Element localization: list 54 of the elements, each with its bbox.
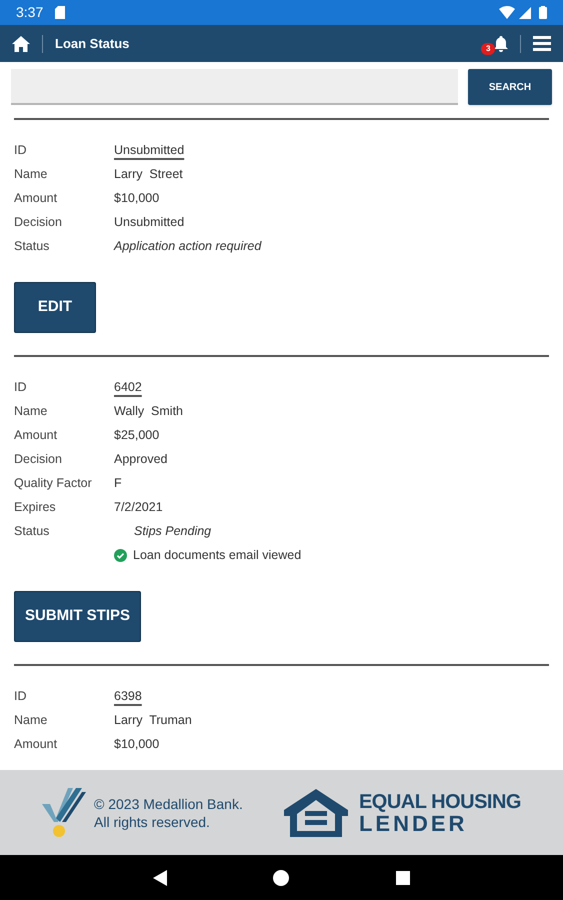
field-label: Amount [14, 190, 58, 207]
battery-icon [539, 6, 547, 19]
field-label: Quality Factor [14, 474, 93, 492]
sd-card-icon [55, 6, 66, 19]
search-button[interactable]: SEARCH [468, 69, 552, 105]
copyright-text: © 2023 Medallion Bank. [94, 794, 243, 812]
status-note: Loan documents email viewed [133, 546, 302, 564]
field-value: Larry Street [114, 166, 183, 183]
field-label: Name [14, 166, 48, 183]
field-label: Name [14, 402, 48, 420]
clock: 3:37 [16, 3, 44, 22]
field-value: F [114, 474, 122, 492]
field-value: 7/2/2021 [114, 498, 163, 516]
field-label: Decision [14, 214, 63, 231]
wifi-icon [499, 6, 515, 19]
field-label: Amount [14, 426, 58, 444]
field-value: Approved [114, 450, 168, 468]
field-value: $10,000 [114, 190, 160, 207]
home-icon[interactable] [12, 36, 30, 52]
field-label: Amount [14, 736, 58, 753]
medal-logo-icon [42, 788, 86, 838]
page-title: Loan Status [55, 34, 130, 53]
loan-id-link[interactable]: 6398 [114, 686, 142, 706]
rights-text: All rights reserved. [94, 812, 211, 830]
field-value: Unsubmitted [114, 214, 184, 231]
field-label: Name [14, 712, 48, 729]
field-value: Wally Smith [114, 402, 183, 420]
home-circle-icon[interactable] [273, 870, 290, 886]
field-label: ID [14, 142, 28, 159]
field-value: Larry Truman [114, 712, 192, 729]
loan-id-link[interactable]: 6402 [114, 378, 142, 396]
back-icon[interactable] [153, 870, 168, 886]
signal-icon [519, 6, 531, 18]
lender-subtitle: LENDER [358, 812, 468, 834]
field-label: ID [14, 688, 28, 705]
recents-icon[interactable] [396, 870, 410, 884]
bell-icon[interactable] [494, 36, 508, 52]
field-label: Status [14, 238, 50, 255]
field-label: Status [14, 522, 50, 540]
search-field[interactable] [11, 69, 458, 105]
field-label: Expires [14, 498, 57, 516]
action-button[interactable]: SUBMIT STIPS [14, 591, 142, 642]
lender-title: EQUAL HOUSING [358, 790, 521, 812]
field-value: Application action required [114, 238, 262, 255]
notification-badge: 3 [481, 42, 496, 54]
field-label: Decision [14, 450, 63, 468]
menu-icon[interactable] [533, 36, 551, 51]
house-logo-icon [282, 788, 349, 838]
loan-id-link[interactable]: Unsubmitted [114, 140, 184, 160]
field-value: $10,000 [114, 736, 160, 753]
field-value: $25,000 [114, 426, 160, 444]
action-button[interactable]: EDIT [14, 282, 96, 333]
field-label: ID [14, 378, 28, 396]
field-value: Stips Pending [133, 522, 212, 540]
